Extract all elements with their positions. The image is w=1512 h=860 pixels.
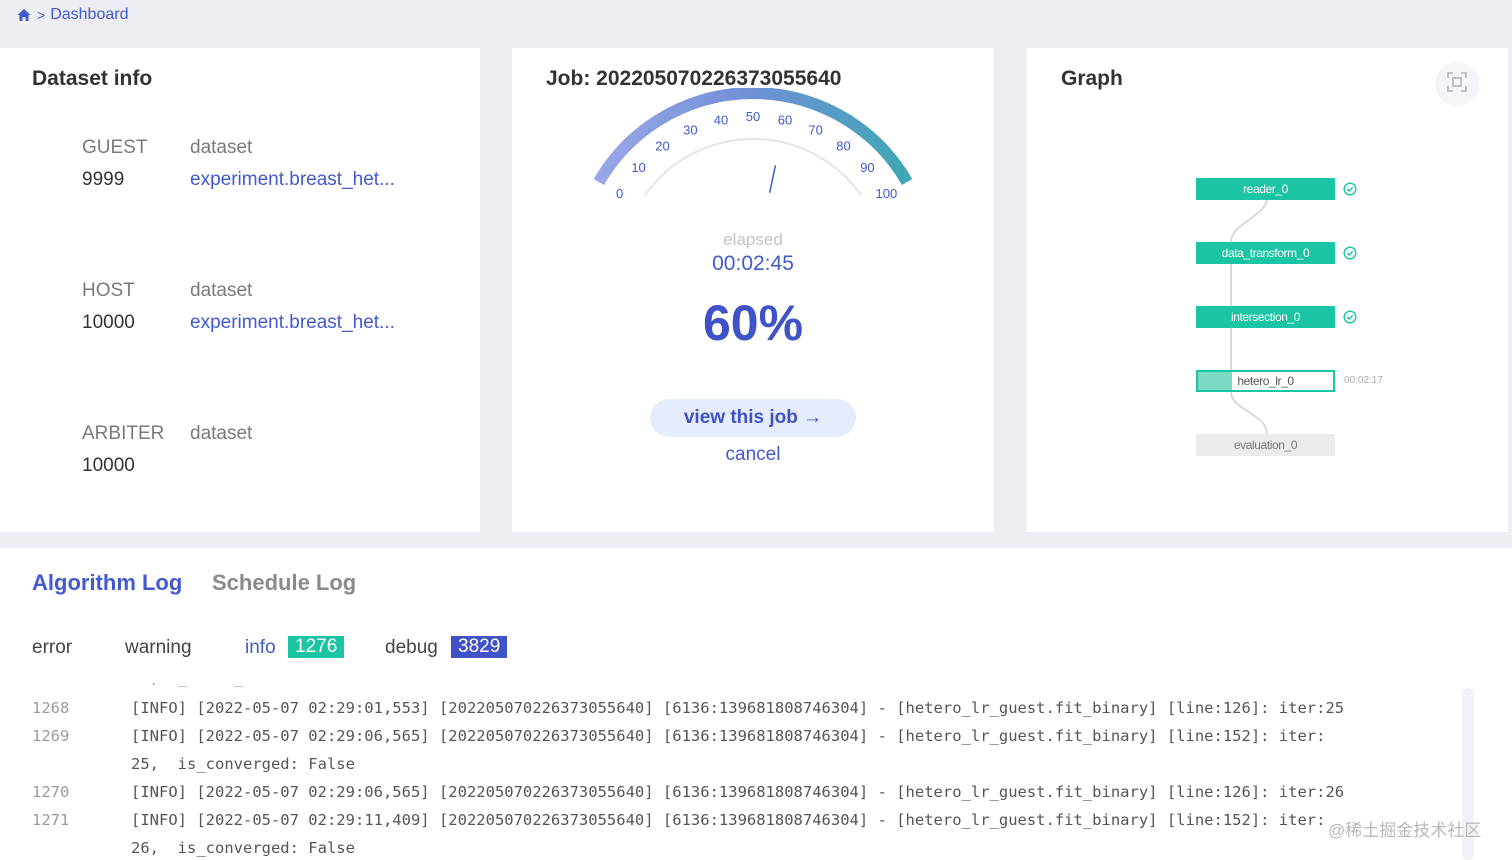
log-content[interactable]: , _ _ 1268 [INFO] [2022-05-07 02:29:01,5…	[0, 683, 1512, 860]
arbiter-dataset-label: dataset	[190, 423, 253, 444]
arbiter-count: 10000	[82, 455, 135, 476]
graph-node-intersection[interactable]: intersection_0	[1196, 306, 1335, 328]
graph-panel: Graph reader_0 data_transform_0 intersec…	[1027, 48, 1508, 532]
guest-dataset-label: dataset	[190, 137, 253, 158]
filter-error[interactable]: error	[32, 637, 72, 659]
graph-node-data-transform[interactable]: data_transform_0	[1196, 242, 1335, 264]
tab-schedule-log[interactable]: Schedule Log	[212, 570, 356, 596]
host-dataset-label: dataset	[190, 280, 253, 301]
host-role: HOST	[82, 280, 135, 301]
dataset-info-panel: Dataset info GUEST dataset 9999 experime…	[0, 48, 480, 532]
info-count-badge: 1276	[288, 636, 345, 658]
log-line-number: 1271	[32, 811, 70, 829]
elapsed-time: 00:02:45	[712, 252, 794, 275]
log-line-text: [INFO] [2022-05-07 02:29:11,409] [202205…	[131, 811, 1326, 829]
view-job-button[interactable]: view this job →	[650, 399, 856, 437]
gauge-tick-label: 0	[616, 186, 623, 201]
gauge-tick-label: 60	[778, 112, 792, 127]
gauge-tick-label: 50	[746, 109, 760, 124]
complete-check-icon	[1343, 246, 1357, 260]
gauge-pointer	[768, 165, 777, 193]
progress-percent: 60%	[702, 295, 804, 351]
dataset-info-title: Dataset info	[32, 67, 153, 90]
complete-check-icon	[1343, 310, 1357, 324]
graph-node-evaluation[interactable]: evaluation_0	[1196, 434, 1335, 456]
gauge-tick-label: 80	[836, 138, 850, 153]
node-elapsed-time: 00:02:17	[1344, 375, 1383, 386]
breadcrumb: > Dashboard	[0, 0, 1512, 30]
elapsed-label: elapsed	[723, 230, 783, 249]
log-line-text: [INFO] [2022-05-07 02:29:01,553] [202205…	[131, 699, 1345, 717]
gauge-tick-label: 10	[631, 160, 645, 175]
filter-debug[interactable]: debug	[385, 637, 438, 659]
arbiter-role: ARBITER	[82, 423, 165, 444]
host-dataset-link[interactable]: experiment.breast_het...	[190, 312, 395, 334]
log-line-continuation: 26, is_converged: False	[131, 839, 355, 857]
graph-node-reader[interactable]: reader_0	[1196, 178, 1335, 200]
gauge-tick-label: 70	[808, 122, 822, 137]
log-line-number: 1270	[32, 783, 70, 801]
tab-algorithm-log[interactable]: Algorithm Log	[32, 570, 182, 596]
filter-info[interactable]: info	[245, 637, 276, 659]
log-line-number: 1268	[32, 699, 70, 717]
debug-count-badge: 3829	[451, 636, 508, 658]
log-line-text: [INFO] [2022-05-07 02:29:06,565] [202205…	[131, 783, 1345, 801]
graph-node-hetero-lr[interactable]: hetero_lr_0	[1196, 370, 1335, 392]
guest-role: GUEST	[82, 137, 148, 158]
log-partial-line: , _ _	[131, 683, 243, 687]
complete-check-icon	[1343, 182, 1357, 196]
log-line-text: [INFO] [2022-05-07 02:29:06,565] [202205…	[131, 727, 1326, 745]
log-line-continuation: 25, is_converged: False	[131, 755, 355, 773]
guest-dataset-link[interactable]: experiment.breast_het...	[190, 169, 395, 191]
gauge-tick-label: 30	[683, 122, 697, 137]
host-count: 10000	[82, 312, 135, 333]
node-progress-fill	[1198, 372, 1232, 390]
job-panel: Job: 202205070226373055640 0 10 20 30 40 50 60…	[512, 48, 994, 532]
gauge-tick-label: 20	[655, 138, 669, 153]
guest-count: 9999	[82, 169, 125, 190]
gauge-tick-label: 40	[714, 112, 728, 127]
home-icon[interactable]	[16, 7, 32, 23]
cancel-job-link[interactable]: cancel	[512, 444, 994, 466]
watermark: @稀土掘金技术社区	[1328, 821, 1482, 840]
graph-edges	[1230, 199, 1268, 435]
filter-warning[interactable]: warning	[125, 637, 192, 659]
gauge-inner-arc	[644, 138, 862, 196]
gauge-tick-label: 100	[876, 186, 898, 201]
chevron-right-icon: >	[37, 7, 46, 23]
log-line-number: 1269	[32, 727, 70, 745]
breadcrumb-current[interactable]: Dashboard	[50, 6, 128, 24]
gauge-tick-label: 90	[860, 160, 874, 175]
